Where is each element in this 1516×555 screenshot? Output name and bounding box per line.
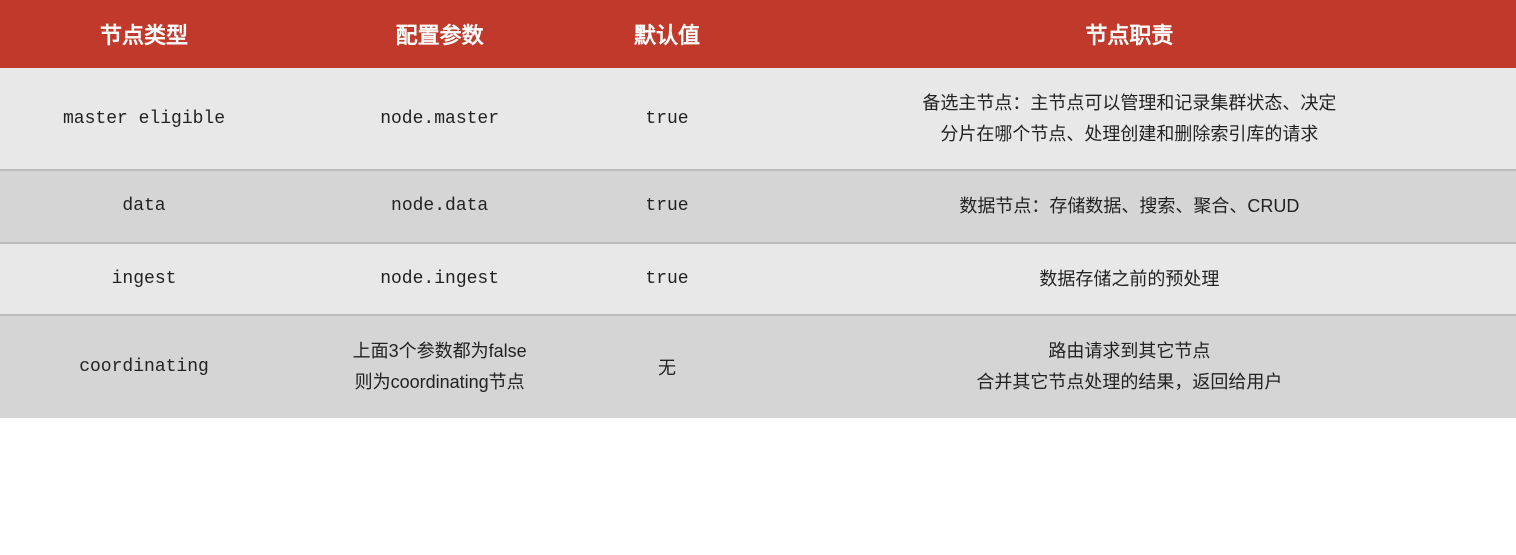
row1-desc-line2: 分片在哪个节点、处理创建和删除索引库的请求	[940, 124, 1318, 144]
row2-param: node.data	[288, 171, 591, 244]
nodes-table: 节点类型 配置参数 默认值 节点职责 master eligible node.…	[0, 0, 1516, 418]
row2-default: true	[591, 171, 743, 244]
row1-type: master eligible	[0, 68, 288, 171]
row1-desc-line1: 备选主节点：主节点可以管理和记录集群状态、决定	[922, 93, 1336, 113]
row1-param: node.master	[288, 68, 591, 171]
header-col-type: 节点类型	[0, 0, 288, 68]
table-row: coordinating 上面3个参数都为false 则为coordinatin…	[0, 316, 1516, 417]
row4-desc: 路由请求到其它节点 合并其它节点处理的结果，返回给用户	[743, 316, 1516, 417]
table-row: data node.data true 数据节点：存储数据、搜索、聚合、CRUD	[0, 171, 1516, 244]
row4-param: 上面3个参数都为false 则为coordinating节点	[288, 316, 591, 417]
row2-desc: 数据节点：存储数据、搜索、聚合、CRUD	[743, 171, 1516, 244]
row4-default: 无	[591, 316, 743, 417]
header-col-desc: 节点职责	[743, 0, 1516, 68]
row4-type: coordinating	[0, 316, 288, 417]
table-row: master eligible node.master true 备选主节点：主…	[0, 68, 1516, 171]
header-col-param: 配置参数	[288, 0, 591, 68]
row3-default: true	[591, 244, 743, 317]
row1-default: true	[591, 68, 743, 171]
row3-desc-line1: 数据存储之前的预处理	[1039, 269, 1219, 289]
main-table-container: 节点类型 配置参数 默认值 节点职责 master eligible node.…	[0, 0, 1516, 418]
row3-desc: 数据存储之前的预处理	[743, 244, 1516, 317]
row3-param: node.ingest	[288, 244, 591, 317]
header-row: 节点类型 配置参数 默认值 节点职责	[0, 0, 1516, 68]
row4-desc-line2: 合并其它节点处理的结果，返回给用户	[976, 372, 1282, 392]
row4-param-line2: 则为coordinating节点	[355, 372, 525, 392]
row1-desc: 备选主节点：主节点可以管理和记录集群状态、决定 分片在哪个节点、处理创建和删除索…	[743, 68, 1516, 171]
row4-param-line1: 上面3个参数都为false	[353, 341, 527, 361]
row2-desc-line1: 数据节点：存储数据、搜索、聚合、CRUD	[959, 196, 1299, 216]
row3-type: ingest	[0, 244, 288, 317]
header-col-default: 默认值	[591, 0, 743, 68]
row4-desc-line1: 路由请求到其它节点	[1048, 341, 1210, 361]
row2-type: data	[0, 171, 288, 244]
table-row: ingest node.ingest true 数据存储之前的预处理	[0, 244, 1516, 317]
